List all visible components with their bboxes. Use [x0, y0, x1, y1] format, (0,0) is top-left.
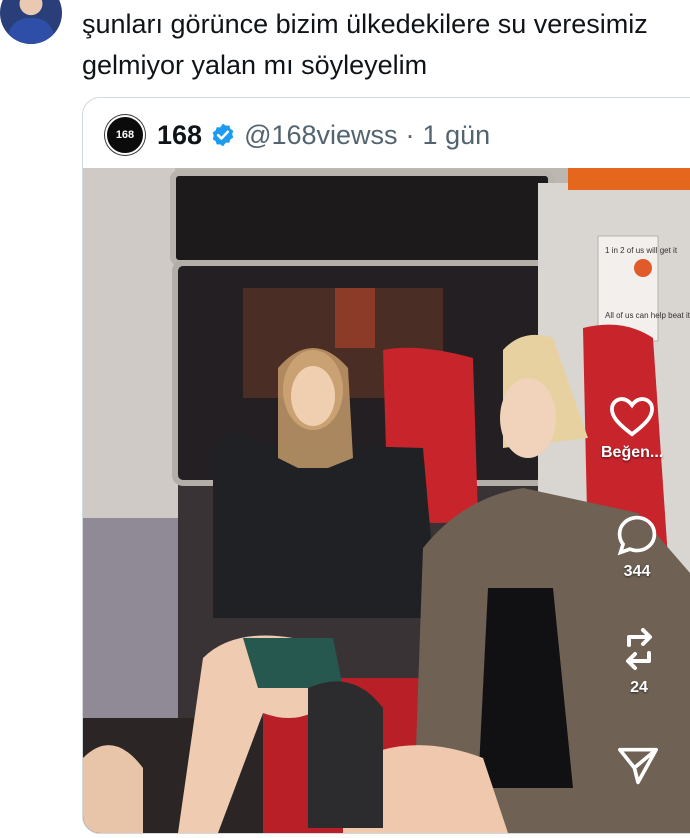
share-action[interactable]: [616, 746, 660, 786]
quoted-post-header: 168 168 @168viewss · 1 gün: [105, 115, 491, 155]
poster-text-1: 1 in 2 of us will get it: [605, 246, 678, 255]
poster-text-2: All of us can help beat it: [605, 311, 690, 320]
train-scene-image: 1 in 2 of us will get it All of us can h…: [83, 168, 690, 833]
comment-count: 344: [623, 563, 651, 580]
like-label: Beğen...: [601, 444, 664, 461]
repost-icon[interactable]: [619, 625, 659, 673]
quoted-timestamp[interactable]: 1 gün: [423, 120, 491, 151]
quoted-handle[interactable]: @168viewss: [244, 120, 397, 151]
share-icon[interactable]: [616, 746, 660, 786]
comment-action[interactable]: 344: [615, 513, 659, 581]
quoted-video-media[interactable]: 1 in 2 of us will get it All of us can h…: [83, 168, 690, 833]
header-separator: ·: [405, 119, 415, 150]
user-avatar[interactable]: [0, 0, 62, 44]
quoted-display-name[interactable]: 168: [157, 120, 202, 151]
quoted-post-card[interactable]: 168 168 @168viewss · 1 gün 1 in 2 of us …: [82, 97, 690, 834]
quoted-avatar[interactable]: 168: [105, 115, 145, 155]
comment-icon[interactable]: [615, 513, 659, 557]
like-action[interactable]: Beğen...: [601, 396, 663, 462]
repost-action[interactable]: 24: [619, 625, 659, 697]
heart-icon[interactable]: [609, 396, 655, 438]
tweet-text: şunları görünce bizim ülkedekilere su ve…: [82, 9, 648, 80]
repost-count: 24: [630, 679, 648, 696]
verified-badge-icon: [212, 123, 234, 147]
